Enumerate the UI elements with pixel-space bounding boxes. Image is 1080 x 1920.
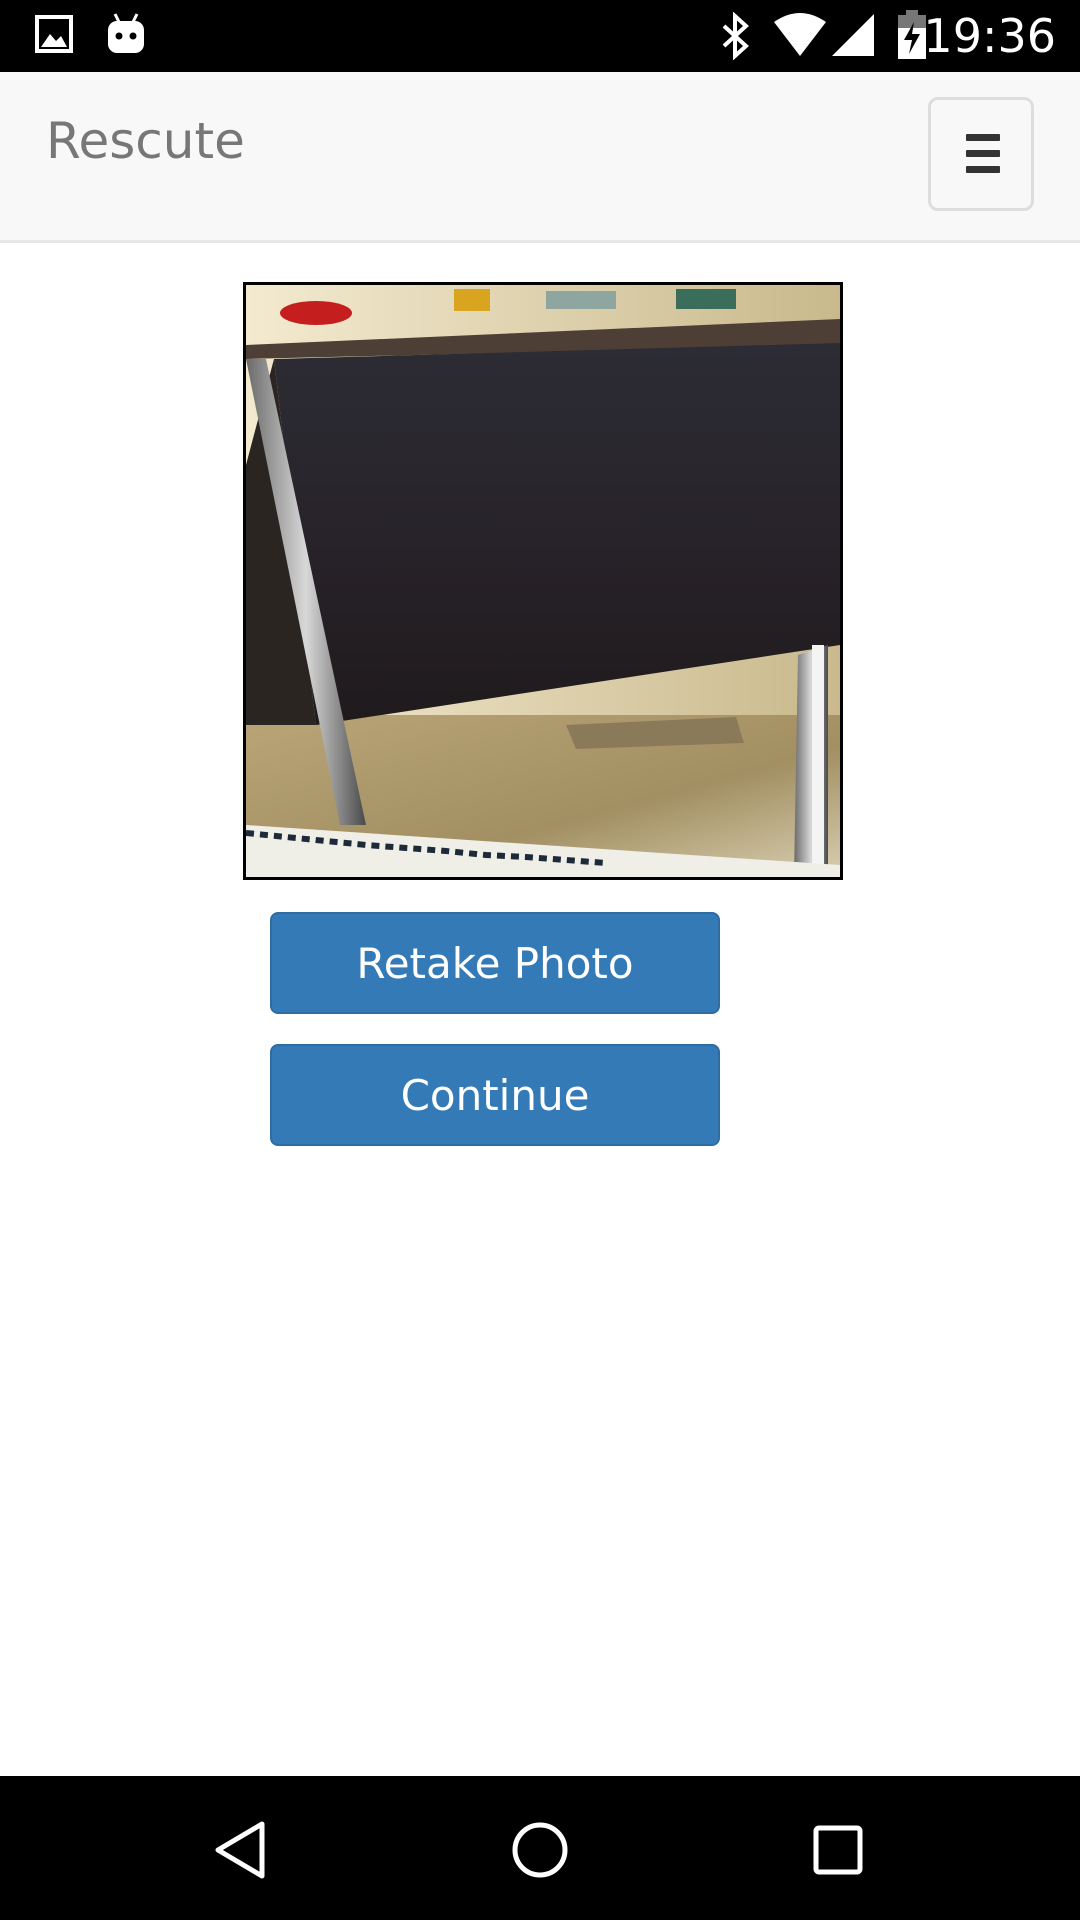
cell-signal-icon (832, 14, 874, 56)
bluetooth-icon (722, 12, 749, 60)
recents-icon[interactable] (812, 1824, 864, 1876)
image-notification-icon (35, 15, 73, 53)
photo-image (246, 285, 840, 877)
home-icon[interactable] (510, 1820, 570, 1880)
app-navbar: Rescute (0, 72, 1080, 243)
brand-title[interactable]: Rescute (46, 112, 245, 170)
retake-photo-button[interactable]: Retake Photo (270, 912, 720, 1014)
menu-toggle-button[interactable] (928, 97, 1034, 211)
system-nav-bar (0, 1776, 1080, 1920)
continue-button[interactable]: Continue (270, 1044, 720, 1146)
android-notification-icon (108, 13, 144, 53)
captured-photo (243, 282, 843, 880)
back-icon[interactable] (212, 1820, 268, 1880)
status-bar: 19:36 (0, 0, 1080, 72)
wifi-icon (774, 13, 826, 56)
status-time: 19:36 (923, 9, 1056, 63)
hamburger-menu-icon (966, 134, 1000, 141)
